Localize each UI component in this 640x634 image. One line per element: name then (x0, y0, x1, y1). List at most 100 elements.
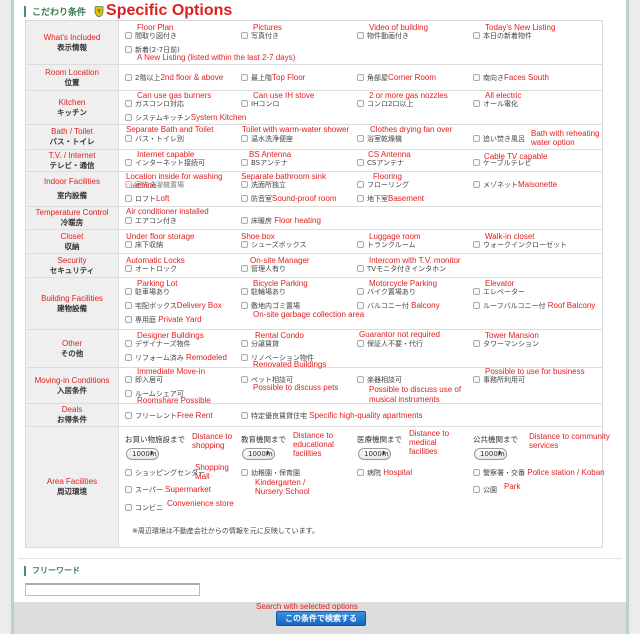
checkbox[interactable] (125, 181, 132, 188)
checkbox[interactable] (125, 241, 132, 248)
checkbox[interactable] (125, 486, 132, 493)
checkbox-shopping-mall[interactable]: ショッピングセンター (125, 469, 205, 477)
checkbox-todays-new[interactable]: 本日の新着物件 (473, 32, 532, 40)
checkbox[interactable] (241, 135, 248, 142)
checkbox[interactable] (125, 354, 132, 361)
checkbox[interactable] (125, 159, 132, 166)
checkbox-bicycle-parking[interactable]: 駐輪場あり (241, 288, 286, 296)
checkbox[interactable] (357, 340, 364, 347)
checkbox-internet[interactable]: インターネット接続可 (125, 159, 205, 167)
checkbox[interactable] (125, 195, 132, 202)
checkbox[interactable] (241, 159, 248, 166)
checkbox[interactable] (357, 469, 364, 476)
checkbox-drying-fan[interactable]: 浴室乾燥機 (357, 135, 402, 143)
checkbox-hospital[interactable]: 病院 Hospital (357, 469, 412, 477)
checkbox-air-conditioner[interactable]: エアコン付き (125, 217, 177, 225)
checkbox[interactable] (125, 412, 132, 419)
checkbox[interactable] (241, 412, 248, 419)
checkbox[interactable] (357, 265, 364, 272)
checkbox[interactable] (125, 100, 132, 107)
checkbox-rental-condo[interactable]: 分譲賃貸 (241, 340, 279, 348)
distance-to-education-select[interactable]: 1000m ⬍ (242, 448, 275, 460)
checkbox-loft[interactable]: ロフトLoft (125, 195, 169, 203)
checkbox-separate-bath[interactable]: バス・トイレ別 (125, 135, 184, 143)
checkbox[interactable] (241, 241, 248, 248)
checkbox-washing-machine-location[interactable]: 室内洗濯機置場 (125, 181, 184, 189)
checkbox[interactable] (241, 376, 248, 383)
checkbox[interactable] (241, 195, 248, 202)
checkbox-high-quality-apartments[interactable]: 特定優良賃貸住宅 Specific high-quality apartment… (241, 412, 423, 420)
checkbox[interactable] (125, 46, 132, 53)
checkbox[interactable] (473, 100, 480, 107)
checkbox-convenience-store[interactable]: コンビニ (125, 504, 163, 512)
checkbox-business-use[interactable]: 事務所利用可 (473, 376, 525, 384)
checkbox-walk-in-closet[interactable]: ウォークインクローゼット (473, 241, 567, 249)
checkbox-remodeled[interactable]: リフォーム済み Remodeled (125, 354, 227, 362)
checkbox[interactable] (241, 32, 248, 39)
checkbox[interactable] (473, 288, 480, 295)
checkbox[interactable] (125, 302, 132, 309)
checkbox-pictures[interactable]: 写真付き (241, 32, 279, 40)
checkbox-guarantor-not-required[interactable]: 保証人不要・代行 (357, 340, 423, 348)
checkbox[interactable] (125, 469, 132, 476)
checkbox-warm-shower-toilet[interactable]: 温水洗浄便座 (241, 135, 293, 143)
checkbox[interactable] (473, 159, 480, 166)
checkbox[interactable] (357, 135, 364, 142)
checkbox-all-electric[interactable]: オール電化 (473, 100, 518, 108)
checkbox-tv-intercom[interactable]: TVモニタ付きインタホン (357, 265, 446, 273)
checkbox-maisonette[interactable]: メゾネットMaisonette (473, 181, 557, 189)
checkbox-roof-balcony[interactable]: ルーフバルコニー付 Roof Balcony (473, 302, 595, 310)
checkbox-video[interactable]: 物件動画付き (357, 32, 409, 40)
search-button[interactable]: この条件で検索する (276, 611, 366, 626)
checkbox[interactable] (357, 74, 364, 81)
checkbox[interactable] (125, 32, 132, 39)
checkbox[interactable] (241, 354, 248, 361)
checkbox[interactable] (357, 181, 364, 188)
checkbox-corner-room[interactable]: 角部屋Corner Room (357, 74, 436, 82)
free-word-input[interactable] (25, 583, 200, 596)
checkbox[interactable] (473, 469, 480, 476)
checkbox-cs-antenna[interactable]: CSアンテナ (357, 159, 404, 167)
checkbox-top-floor[interactable]: 最上階Top Floor (241, 74, 305, 82)
checkbox[interactable] (357, 32, 364, 39)
checkbox[interactable] (241, 181, 248, 188)
checkbox-basement[interactable]: 地下室Basement (357, 195, 424, 203)
checkbox[interactable] (125, 390, 132, 397)
distance-to-medical-select[interactable]: 1000m ⬍ (358, 448, 391, 460)
checkbox[interactable] (125, 265, 132, 272)
checkbox-under-floor-storage[interactable]: 床下収納 (125, 241, 163, 249)
checkbox[interactable] (473, 74, 480, 81)
checkbox[interactable] (357, 302, 364, 309)
checkbox[interactable] (125, 340, 132, 347)
checkbox-floor-heating[interactable]: 床暖房 Floor heating (241, 217, 321, 225)
checkbox[interactable] (357, 195, 364, 202)
checkbox[interactable] (241, 469, 248, 476)
checkbox[interactable] (357, 288, 364, 295)
checkbox[interactable] (473, 241, 480, 248)
checkbox-soundproof[interactable]: 防音室Sound-proof room (241, 195, 336, 203)
checkbox-police-station[interactable]: 警察署・交番 Police station / Koban (473, 469, 605, 477)
checkbox-bs-antenna[interactable]: BSアンテナ (241, 159, 288, 167)
checkbox-reheating-bath[interactable]: 追い焚き風呂 (473, 135, 525, 143)
checkbox[interactable] (125, 504, 132, 511)
checkbox-balcony[interactable]: バルコニー付 Balcony (357, 302, 440, 310)
checkbox[interactable] (125, 114, 132, 121)
checkbox-flooring[interactable]: フローリング (357, 181, 409, 189)
checkbox-motorcycle-parking[interactable]: バイク置場あり (357, 288, 416, 296)
checkbox-elevator[interactable]: エレベーター (473, 288, 525, 296)
checkbox[interactable] (473, 376, 480, 383)
checkbox[interactable] (241, 340, 248, 347)
checkbox-designer-buildings[interactable]: デザイナーズ物件 (125, 340, 191, 348)
checkbox[interactable] (125, 74, 132, 81)
checkbox-ih-stove[interactable]: IHコンロ (241, 100, 279, 108)
checkbox-faces-south[interactable]: 南向きFaces South (473, 74, 549, 82)
checkbox-gas-burners[interactable]: ガスコンロ対応 (125, 100, 184, 108)
checkbox-private-yard[interactable]: 専用庭 Private Yard (125, 316, 202, 324)
checkbox[interactable] (473, 181, 480, 188)
checkbox[interactable] (473, 486, 480, 493)
checkbox-2nd-floor[interactable]: 2階以上2nd floor & above (125, 74, 223, 82)
checkbox[interactable] (357, 241, 364, 248)
checkbox[interactable] (241, 302, 248, 309)
checkbox-kindergarten[interactable]: 幼稚園・保育園 (241, 469, 300, 477)
distance-to-shopping-select[interactable]: 1000m ⬍ (126, 448, 159, 460)
